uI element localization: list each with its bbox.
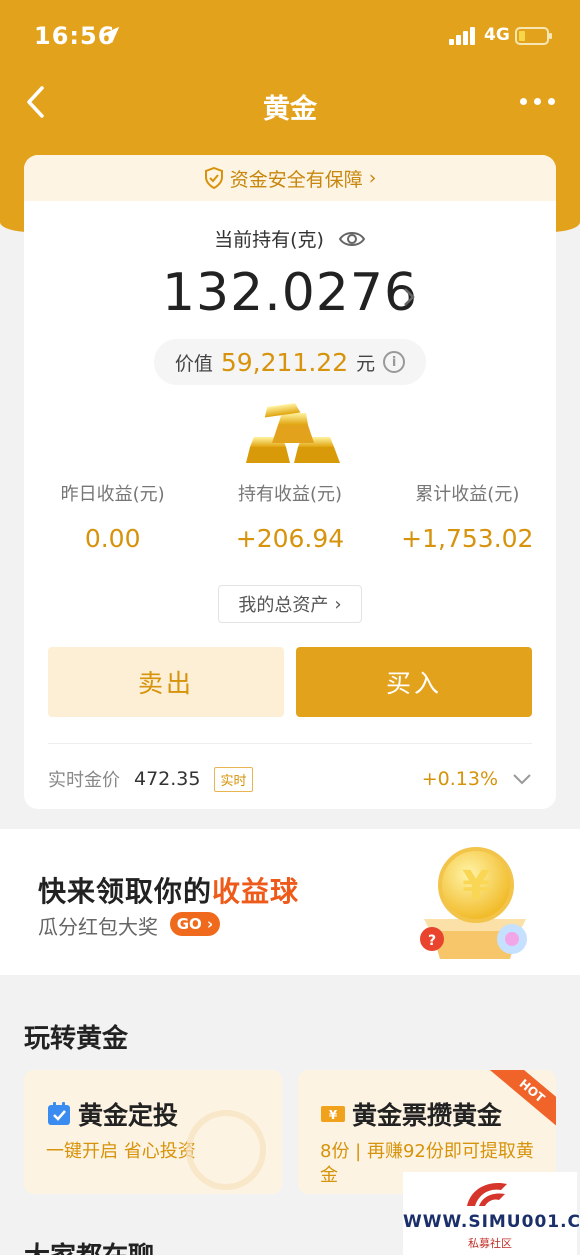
gold-coin-icon: ¥ ? xyxy=(420,847,527,959)
value-label: 价值 xyxy=(174,352,213,375)
next-section-title: 大家都在聊 xyxy=(24,1236,154,1255)
value-unit: 元 xyxy=(356,352,376,375)
chevron-right-icon[interactable] xyxy=(402,286,416,308)
holding-label-text: 当前持有(克) xyxy=(214,229,324,251)
safety-banner[interactable]: 资金安全有保障 › xyxy=(24,155,556,201)
total-assets-label: 我的总资产 xyxy=(238,595,329,616)
stat-holding: 持有收益(元) +206.94 xyxy=(201,480,378,553)
chevron-right-icon: › xyxy=(368,167,377,189)
price-label: 实时金价 xyxy=(48,770,120,791)
sell-button[interactable]: 卖出 xyxy=(48,647,284,717)
svg-text:¥: ¥ xyxy=(329,1108,338,1122)
safety-text: 资金安全有保障 xyxy=(229,168,363,191)
eye-icon[interactable] xyxy=(338,230,366,248)
watermark-text: WWW.SIMU001.CN xyxy=(403,1212,580,1232)
go-label: GO xyxy=(176,915,202,933)
battery-icon xyxy=(515,27,552,45)
buy-button[interactable]: 买入 xyxy=(296,647,532,717)
go-button[interactable]: GO › xyxy=(170,912,220,936)
price-change: +0.13% xyxy=(421,768,498,790)
tile-title-text: 黄金票攒黄金 xyxy=(352,1101,503,1130)
total-assets-button[interactable]: 我的总资产 › xyxy=(218,585,362,623)
stat-label: 累计收益(元) xyxy=(415,484,520,505)
divider xyxy=(48,743,532,744)
more-options-icon[interactable] xyxy=(520,96,556,108)
promo-title-highlight: 收益球 xyxy=(212,875,300,908)
price-value: 472.35 xyxy=(134,768,201,790)
watermark-subtext: 私募社区 xyxy=(468,1237,512,1250)
promo-title-prefix: 快来领取你的 xyxy=(38,875,213,908)
cellular-signal-icon xyxy=(449,27,477,45)
promo-banner[interactable]: 快来领取你的收益球 瓜分红包大奖 GO › ¥ ? xyxy=(0,829,580,975)
network-type: 4G xyxy=(484,25,510,45)
watermark-logo-icon xyxy=(467,1182,507,1206)
section-title: 玩转黄金 xyxy=(24,1024,129,1054)
chevron-right-icon: › xyxy=(334,593,342,615)
stat-value: +1,753.02 xyxy=(401,524,534,553)
stat-value: 0.00 xyxy=(84,524,141,553)
ticket-icon: ¥ xyxy=(321,1106,345,1122)
gold-holding-card: 资金安全有保障 › 当前持有(克) 132.0276 价值 59,211.22 … xyxy=(24,155,556,809)
status-bar: 16:56 4G xyxy=(0,0,580,72)
tile-title: ¥ 黄金票攒黄金 xyxy=(320,1096,502,1132)
site-watermark: WWW.SIMU001.CN 私募社区 xyxy=(403,1172,580,1255)
realtime-price-row[interactable]: 实时金价 472.35 实时 +0.13% xyxy=(48,764,532,794)
realtime-badge: 实时 xyxy=(214,766,253,792)
tile-auto-invest[interactable]: 黄金定投 一键开启 省心投资 xyxy=(24,1070,282,1194)
gold-bar-icon xyxy=(246,403,340,463)
value-amount: 59,211.22 xyxy=(220,347,349,377)
holding-grams[interactable]: 132.0276 xyxy=(24,263,556,323)
stat-cumulative: 累计收益(元) +1,753.02 xyxy=(379,480,556,553)
svg-text:¥: ¥ xyxy=(462,863,490,909)
page-title: 黄金 xyxy=(263,94,317,125)
tile-title: 黄金定投 xyxy=(46,1096,178,1132)
promo-title: 快来领取你的收益球 xyxy=(38,870,299,910)
promo-subtitle: 瓜分红包大奖 xyxy=(38,915,158,939)
stat-label: 昨日收益(元) xyxy=(60,484,165,505)
holding-label: 当前持有(克) xyxy=(24,225,556,252)
earnings-stats: 昨日收益(元) 0.00 持有收益(元) +206.94 累计收益(元) +1,… xyxy=(24,480,556,553)
stat-yesterday: 昨日收益(元) 0.00 xyxy=(24,480,201,553)
tile-title-text: 黄金定投 xyxy=(78,1101,179,1130)
info-icon[interactable]: i xyxy=(383,351,406,373)
svg-text:?: ? xyxy=(428,933,436,949)
stat-value: +206.94 xyxy=(235,524,345,553)
clock-icon xyxy=(186,1110,266,1190)
stat-label: 持有收益(元) xyxy=(237,484,343,505)
calendar-check-icon xyxy=(48,1102,70,1125)
chevron-down-icon[interactable] xyxy=(512,773,532,785)
holding-value-pill: 价值 59,211.22 元 i xyxy=(154,339,426,385)
shield-check-icon xyxy=(204,167,223,189)
location-arrow-icon xyxy=(102,26,120,44)
